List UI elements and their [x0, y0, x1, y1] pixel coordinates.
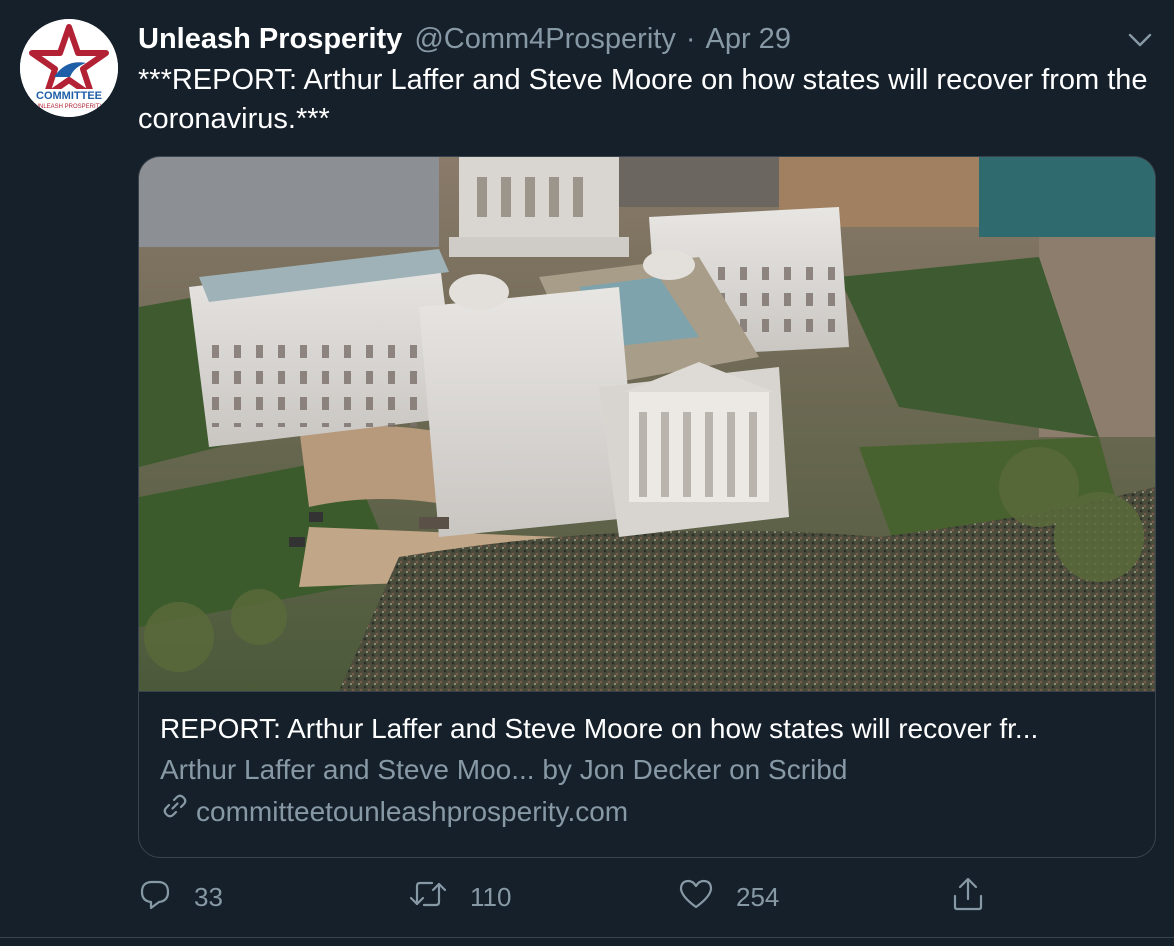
retweet-icon[interactable] [408, 877, 448, 918]
avatar-text-top: COMMITTEE [36, 90, 102, 102]
share-icon[interactable] [950, 876, 986, 919]
card-domain[interactable]: committeetounleashprosperity.com [196, 791, 628, 833]
reply-count: 33 [194, 881, 223, 912]
card-title[interactable]: REPORT: Arthur Laffer and Steve Moore on… [160, 709, 1135, 749]
card-image[interactable] [139, 157, 1155, 692]
tweet[interactable]: COMMITTEE UNLEASH PROSPERITY Unleash Pro… [0, 0, 1174, 946]
reply-icon[interactable] [138, 877, 172, 918]
handle[interactable]: @Comm4Prosperity [414, 23, 676, 56]
like-button[interactable]: 254 [678, 872, 779, 922]
tweet-header: Unleash Prosperity @Comm4Prosperity · Ap… [138, 20, 791, 58]
divider [0, 937, 1174, 938]
tweet-text: ***REPORT: Arthur Laffer and Steve Moore… [138, 64, 1148, 135]
card-description: Arthur Laffer and Steve Moo... by Jon De… [160, 754, 848, 785]
avatar-logo: COMMITTEE UNLEASH PROSPERITY [20, 19, 118, 117]
display-name[interactable]: Unleash Prosperity [138, 23, 402, 56]
like-count: 254 [736, 881, 780, 912]
card-body: REPORT: Arthur Laffer and Steve Moore on… [160, 709, 1135, 833]
reply-button[interactable]: 33 [138, 872, 223, 922]
tweet-date[interactable]: Apr 29 [706, 23, 791, 56]
link-card[interactable]: REPORT: Arthur Laffer and Steve Moore on… [138, 156, 1156, 858]
share-button[interactable] [950, 872, 986, 922]
chevron-down-icon[interactable] [1124, 24, 1156, 56]
retweet-count: 110 [470, 881, 512, 912]
heart-icon[interactable] [678, 877, 714, 918]
card-domain-row[interactable]: committeetounleashprosperity.com [160, 791, 1135, 833]
avatar-text-bottom: UNLEASH PROSPERITY [35, 104, 104, 110]
link-icon [160, 791, 196, 833]
action-bar: 33 110 254 [138, 872, 1038, 922]
separator-dot: · [685, 22, 696, 55]
retweet-button[interactable]: 110 [408, 872, 511, 922]
avatar[interactable]: COMMITTEE UNLEASH PROSPERITY [20, 19, 118, 117]
